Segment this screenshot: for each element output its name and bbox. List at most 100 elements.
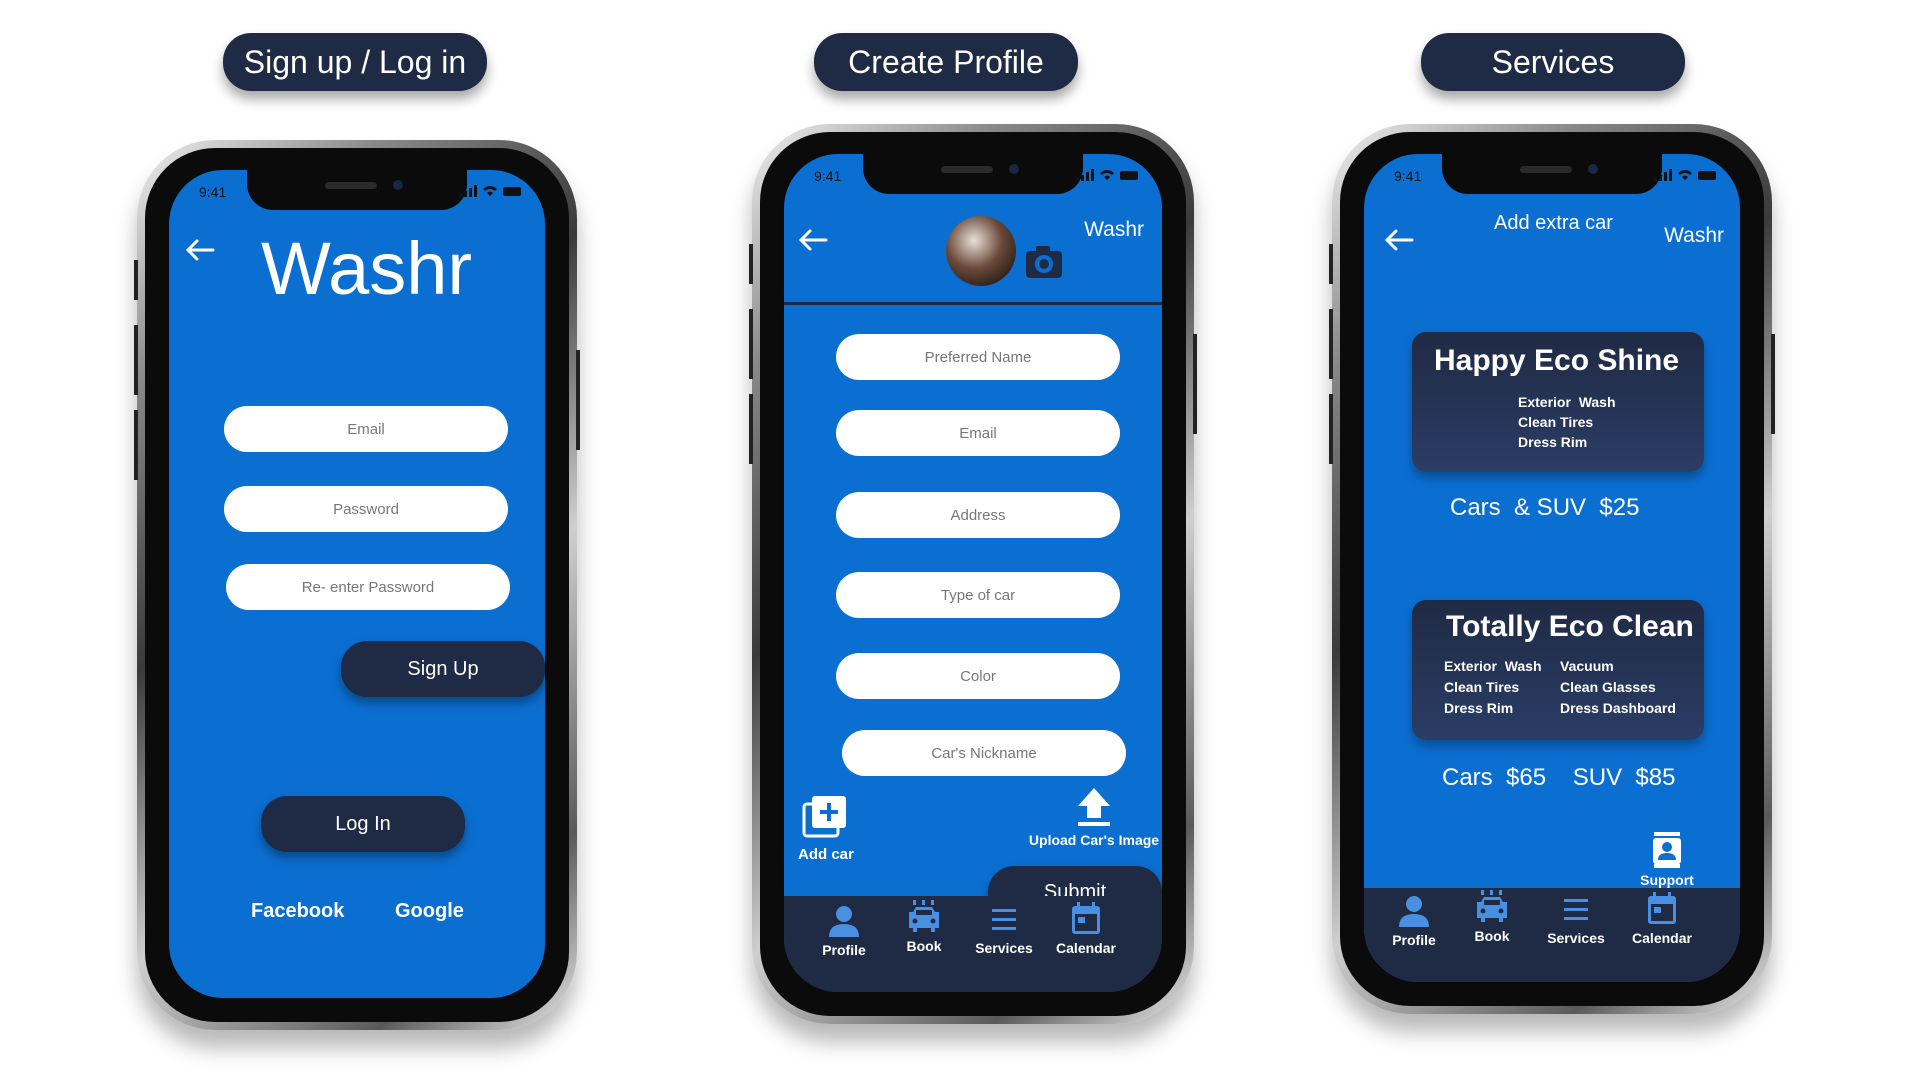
contact-icon <box>1653 832 1681 868</box>
create-profile-screen: 9:41 Washr Preferred Name Email Address … <box>784 154 1162 992</box>
card-item: Clean Tires <box>1444 679 1520 695</box>
header-divider <box>784 302 1162 305</box>
notch <box>863 154 1083 194</box>
tab-bar: Profile Book Services Calendar <box>1364 888 1740 982</box>
tab-profile[interactable]: Profile <box>814 904 874 958</box>
tab-services[interactable]: Services <box>1536 896 1616 946</box>
add-car-label: Add car <box>798 846 854 863</box>
card-title: Happy Eco Shine <box>1434 344 1680 377</box>
tab-book[interactable]: Book <box>894 900 954 954</box>
tab-calendar[interactable]: Calendar <box>1046 902 1126 956</box>
battery-icon <box>1698 171 1716 180</box>
app-logo: Washr <box>261 227 473 310</box>
card-item: Dress Rim <box>1518 434 1588 450</box>
password-field[interactable]: Password <box>224 486 508 532</box>
card-title: Totally Eco Clean <box>1446 610 1694 643</box>
card-item: Vacuum <box>1560 658 1614 674</box>
card-items: Exterior Wash Clean Tires Dress Rim <box>1518 392 1616 452</box>
battery-icon <box>503 187 521 196</box>
tab-book-label: Book <box>906 938 942 954</box>
signal-icon <box>1654 169 1672 181</box>
upload-icon <box>1078 788 1110 826</box>
brand-label: Washr <box>1084 218 1144 241</box>
status-icons <box>1076 168 1140 182</box>
card-item: Clean Tires <box>1518 414 1594 430</box>
tab-services-label: Services <box>975 940 1033 956</box>
status-time: 9:41 <box>199 184 227 200</box>
car-type-field[interactable]: Type of car <box>836 572 1120 618</box>
sign-up-button[interactable]: Sign Up <box>341 641 545 697</box>
add-box-icon <box>802 796 846 838</box>
status-time: 9:41 <box>814 168 842 184</box>
tab-profile[interactable]: Profile <box>1384 894 1444 948</box>
card-item: Exterior Wash <box>1518 394 1616 410</box>
google-link[interactable]: Google <box>395 900 464 923</box>
brand-label: Washr <box>1664 224 1724 247</box>
status-time: 9:41 <box>1394 168 1422 184</box>
reenter-password-field[interactable]: Re- enter Password <box>226 564 510 610</box>
tab-bar: Profile Book Services Calendar <box>784 896 1162 992</box>
tab-profile-label: Profile <box>822 942 866 958</box>
signal-icon <box>1076 169 1094 181</box>
tab-services-label: Services <box>1547 930 1605 946</box>
tab-services[interactable]: Services <box>964 906 1044 956</box>
support-label: Support <box>1640 872 1694 888</box>
signup-screen: 9:41 Washr Email Password Re- enter Pass… <box>169 170 545 998</box>
card-items-left: Exterior Wash Clean Tires Dress Rim <box>1444 656 1542 719</box>
battery-icon <box>1120 171 1138 180</box>
facebook-link[interactable]: Facebook <box>251 900 344 923</box>
color-field[interactable]: Color <box>836 653 1120 699</box>
email-field[interactable]: Email <box>836 410 1120 456</box>
list-icon <box>992 909 1016 930</box>
upload-image-button[interactable]: Upload Car's Image <box>1024 786 1162 848</box>
list-icon <box>1564 899 1588 920</box>
phone-services: 9:41 Add extra car Washr Happy Eco Shine… <box>1329 124 1775 1014</box>
preferred-name-field[interactable]: Preferred Name <box>836 334 1120 380</box>
notch <box>1442 154 1662 194</box>
notch <box>247 170 467 210</box>
camera-icon[interactable] <box>1024 244 1064 285</box>
car-icon <box>1477 890 1507 922</box>
wifi-icon <box>1678 170 1692 180</box>
back-arrow-icon[interactable] <box>798 228 828 257</box>
header-create-profile: Create Profile <box>814 33 1078 91</box>
status-icons <box>459 184 523 198</box>
signal-icon <box>459 185 477 197</box>
calendar-icon <box>1648 892 1676 924</box>
tab-calendar-label: Calendar <box>1632 930 1692 946</box>
phone-signup: 9:41 Washr Email Password Re- enter Pass… <box>134 140 580 1030</box>
card-item: Exterior Wash <box>1444 658 1542 674</box>
add-car-button[interactable]: Add car <box>798 794 854 863</box>
person-icon <box>829 906 859 937</box>
phone-create-profile: 9:41 Washr Preferred Name Email Address … <box>749 124 1197 1024</box>
tab-calendar-label: Calendar <box>1056 940 1116 956</box>
card-item: Dress Dashboard <box>1560 700 1676 716</box>
email-field[interactable]: Email <box>224 406 508 452</box>
services-screen: 9:41 Add extra car Washr Happy Eco Shine… <box>1364 154 1740 982</box>
service-card-totally-eco-clean[interactable]: Totally Eco Clean Exterior Wash Clean Ti… <box>1412 600 1704 740</box>
wifi-icon <box>1100 170 1114 180</box>
back-arrow-icon[interactable] <box>185 238 215 267</box>
price-label-1: Cars & SUV $25 <box>1450 494 1640 521</box>
upload-label: Upload Car's Image <box>1028 832 1160 848</box>
support-button[interactable]: Support <box>1632 832 1702 888</box>
tab-profile-label: Profile <box>1392 932 1436 948</box>
log-in-button[interactable]: Log In <box>261 796 465 852</box>
header-signup-login: Sign up / Log in <box>223 33 487 91</box>
status-icons <box>1654 168 1718 182</box>
car-nickname-field[interactable]: Car's Nickname <box>842 730 1126 776</box>
tab-calendar[interactable]: Calendar <box>1622 892 1702 946</box>
header-services: Services <box>1421 33 1685 91</box>
address-field[interactable]: Address <box>836 492 1120 538</box>
card-items-right: Vacuum Clean Glasses Dress Dashboard <box>1560 656 1676 719</box>
back-arrow-icon[interactable] <box>1384 228 1414 257</box>
add-extra-car-link[interactable]: Add extra car <box>1494 212 1613 235</box>
car-icon <box>909 900 939 932</box>
tab-book-label: Book <box>1474 928 1510 944</box>
service-card-happy-eco-shine[interactable]: Happy Eco Shine Exterior Wash Clean Tire… <box>1412 332 1704 472</box>
profile-avatar[interactable] <box>946 216 1016 286</box>
card-item: Dress Rim <box>1444 700 1514 716</box>
tab-book[interactable]: Book <box>1462 890 1522 944</box>
price-label-2: Cars $65 SUV $85 <box>1442 764 1676 791</box>
calendar-icon <box>1072 902 1100 934</box>
